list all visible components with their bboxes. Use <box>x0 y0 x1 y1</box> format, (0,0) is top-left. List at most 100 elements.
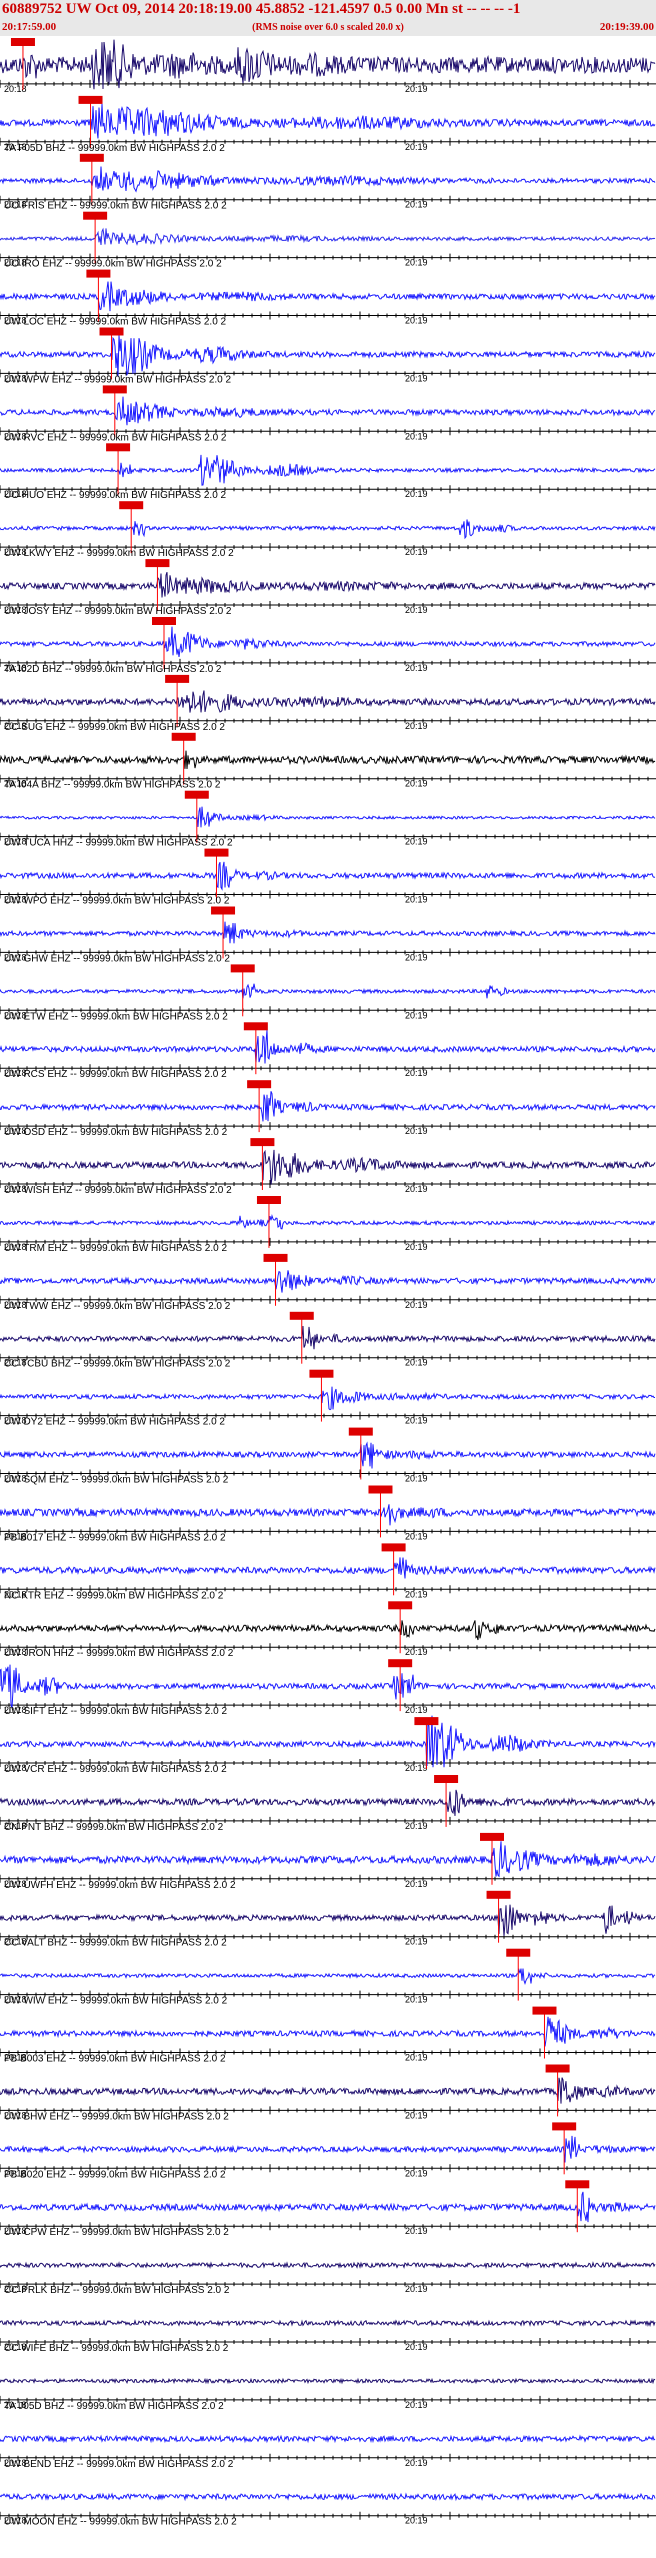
trace-row: 20:18 20:19UW LKWY EHZ -- 99999.0km BW HI… <box>0 501 656 559</box>
waveform <box>0 2377 656 2385</box>
waveform <box>0 1091 656 1122</box>
trace-row: 20:18 20:19UW RCS EHZ -- 99999.0km BW HIG… <box>0 1022 656 1080</box>
trace-row: 20:18 20:19UW BEND EHZ -- 99999.0km BW HI… <box>0 2434 656 2470</box>
tick-label-right: 20:19 <box>405 1068 428 1078</box>
channel-label: UW ETW EHZ -- 99999.0km BW HIGHPASS 2.0 … <box>4 1011 228 1022</box>
waveform <box>0 1504 656 1526</box>
waveform <box>0 861 656 891</box>
waveform <box>0 2261 656 2270</box>
pick-flag <box>414 1717 439 1726</box>
pick-flag <box>256 1196 281 1204</box>
pick-flag <box>545 2064 570 2073</box>
channel-label: TA I02D BHZ -- 99999.0km BW HIGHPASS 2.0… <box>4 664 222 675</box>
waveform <box>0 750 656 770</box>
trace-row: 20:18 20:19UW SQM EHZ -- 99999.0km BW HIG… <box>0 1427 656 1486</box>
waveform <box>0 1325 656 1350</box>
trace-row: 20:18 20:19UW WPW EHZ -- 99999.0km BW HIG… <box>0 327 656 385</box>
waveform <box>0 1789 656 1816</box>
tick-label-right: 20:19 <box>405 431 428 441</box>
waveform <box>0 1441 656 1469</box>
trace-row: 20:18 20:19NC KTR EHZ -- 99999.0km BW HIG… <box>0 1543 656 1601</box>
tick-label-right: 20:19 <box>405 2516 428 2526</box>
pick-flag <box>119 501 144 510</box>
waveform <box>0 2319 656 2328</box>
trace-row: 20:18 20:19UW JOSY EHZ -- 99999.0km BW HI… <box>0 559 656 617</box>
tick-label-right: 20:19 <box>405 721 428 731</box>
trace-row: 20:18 20:19TA I04A BHZ -- 99999.0km BW HI… <box>0 732 656 791</box>
pick-flag <box>79 153 104 162</box>
trace-row: 20:18 20:19CC TCBU BHZ -- 99999.0km BW HI… <box>0 1311 656 1370</box>
waveform <box>0 983 656 999</box>
trace-row: 20:18 20:19UW TUCA HHZ -- 99999.0km BW HI… <box>0 790 656 849</box>
pick-flag <box>381 1543 406 1552</box>
tick-label-right: 20:19 <box>405 1589 428 1599</box>
pick-flag <box>152 617 176 625</box>
waveform <box>0 2077 656 2104</box>
waveform <box>0 572 656 598</box>
waveform <box>0 396 656 426</box>
channel-label: UW JRON HHZ -- 99999.0km BW HIGHPASS 2.0… <box>4 1648 234 1659</box>
trace-row: 20:18 20:19UW WIW EHZ -- 99999.0km BW HIG… <box>0 1948 656 2007</box>
channel-label: CC VALT BHZ -- 99999.0km BW HIGHPASS 2.0… <box>4 1938 227 1949</box>
channel-label: UW GHW EHZ -- 99999.0km BW HIGHPASS 2.0 … <box>4 953 230 964</box>
tick-label-right: 20:19 <box>405 373 428 383</box>
waveform <box>0 1557 656 1579</box>
channel-label: UW JOSY EHZ -- 99999.0km BW HIGHPASS 2.0… <box>4 606 232 617</box>
waveform <box>0 519 656 540</box>
trace-row: 20:18 20:19UW CPW EHZ -- 99999.0km BW HIG… <box>0 2180 656 2238</box>
waveform <box>0 1664 656 1709</box>
channel-label: PB B003 EHZ -- 99999.0km BW HIGHPASS 2.0… <box>4 2054 226 2065</box>
channel-label: UW RCS EHZ -- 99999.0km BW HIGHPASS 2.0 … <box>4 1069 227 1080</box>
tick-label-right: 20:19 <box>405 2400 428 2410</box>
channel-label: UW TRM EHZ -- 99999.0km BW HIGHPASS 2.0 … <box>4 1243 227 1254</box>
channel-label: UO IRO EHZ -- 99999.0km BW HIGHPASS 2.0 … <box>4 259 222 270</box>
channel-label: CC SUG EHZ -- 99999.0km BW HIGHPASS 2.0 … <box>4 722 225 733</box>
pick-flag <box>552 2122 577 2131</box>
waveform <box>0 1270 656 1293</box>
tick-label-right: 20:19 <box>405 1474 428 1484</box>
pick-flag <box>184 790 209 799</box>
waveform <box>0 2016 656 2047</box>
tick-label-right: 20:19 <box>405 1647 428 1657</box>
tick-label-right: 20:19 <box>405 663 428 673</box>
channel-label: UW WPO EHZ -- 99999.0km BW HIGHPASS 2.0 … <box>4 896 230 907</box>
waveform <box>0 1149 656 1185</box>
channel-label: UW LOC EHZ -- 99999.0km BW HIGHPASS 2.0 … <box>4 317 227 328</box>
waveform <box>0 334 656 377</box>
trace-row: 20:18 20:19PB B003 EHZ -- 99999.0km BW HI… <box>0 2006 656 2065</box>
trace-row: 20:18 20:19UW UWFH EHZ -- 99999.0km BW HI… <box>0 1832 656 1891</box>
channel-label: PB B017 EHZ -- 99999.0km BW HIGHPASS 2.0… <box>4 1532 226 1543</box>
end-time-label: 20:19:39.00 <box>599 21 654 33</box>
trace-row: 20:18 20:19UW WISH EHZ -- 99999.0km BW HI… <box>0 1138 656 1196</box>
trace-row: 20:18 20:19TA I02D BHZ -- 99999.0km BW HI… <box>0 617 656 675</box>
channel-label: TA J05D BHZ -- 99999.0km BW HIGHPASS 2.0… <box>4 2401 224 2412</box>
channel-label: UW SIFT EHZ -- 99999.0km BW HIGHPASS 2.0… <box>4 1706 227 1717</box>
channel-label: UW CPW EHZ -- 99999.0km BW HIGHPASS 2.0 … <box>4 2227 229 2238</box>
tick-label-right: 20:19 <box>405 605 428 615</box>
tick-label-right: 20:19 <box>405 142 428 152</box>
pick-flag <box>243 1022 268 1031</box>
tick-label-right: 20:19 <box>405 779 428 789</box>
channel-label: UW LKWY EHZ -- 99999.0km BW HIGHPASS 2.0… <box>4 548 234 559</box>
trace-row: 20:18 20:19UW TWW EHZ -- 99999.0km BW HIG… <box>0 1253 656 1312</box>
tick-label-right: 20:19 <box>405 2053 428 2063</box>
trace-row: 20:18 20:19CC VALT BHZ -- 99999.0km BW HI… <box>0 1890 656 1949</box>
pick-flag <box>480 1832 504 1841</box>
waveform <box>0 1030 656 1064</box>
tick-label-right: 20:19 <box>405 1010 428 1020</box>
waveform <box>0 454 656 486</box>
pick-flag <box>83 211 108 220</box>
waveform <box>0 1214 656 1230</box>
tick-label-right: 20:19 <box>405 258 428 268</box>
pick-flag <box>211 906 236 915</box>
trace-row: 20:18 20:19UW DY2 EHZ -- 99999.0km BW HIG… <box>0 1369 656 1428</box>
tick-label-right: 20:19 <box>405 2226 428 2236</box>
tick-label-right: 20:19 <box>405 1705 428 1715</box>
tick-label-right: 20:19 <box>405 1358 428 1368</box>
pick-flag <box>247 1080 272 1089</box>
tick-label-right: 20:19 <box>405 1995 428 2005</box>
waveform <box>0 2434 656 2444</box>
trace-row: 20:18 20:19UW OSD EHZ -- 99999.0km BW HIG… <box>0 1080 656 1138</box>
channel-label: UW TUCA HHZ -- 99999.0km BW HIGHPASS 2.0… <box>4 838 233 849</box>
channel-label: UW DY2 EHZ -- 99999.0km BW HIGHPASS 2.0 … <box>4 1417 225 1428</box>
